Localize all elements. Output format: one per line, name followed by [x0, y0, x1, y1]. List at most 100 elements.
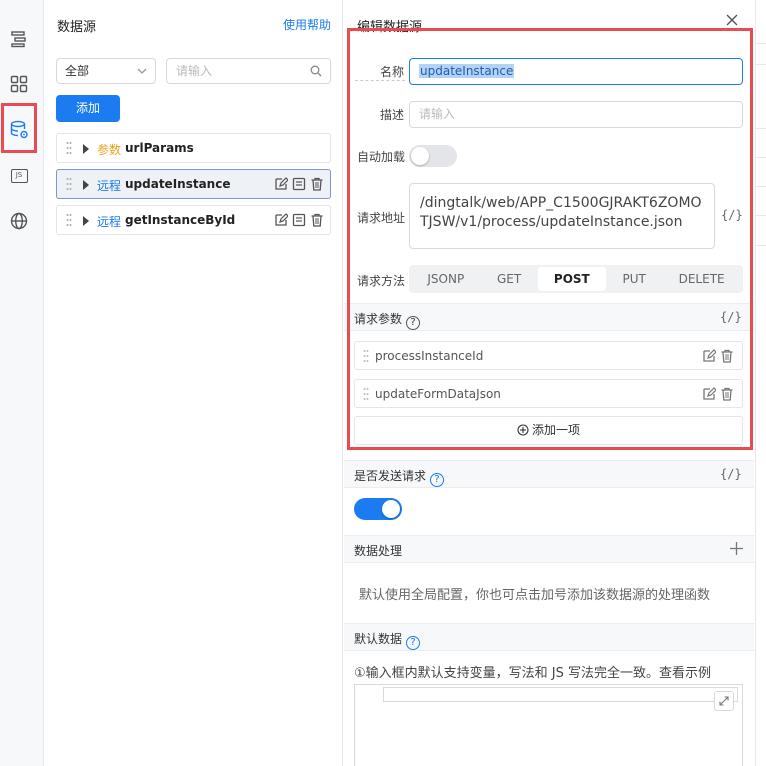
- desc-label: 描述: [380, 108, 405, 122]
- help-link[interactable]: 使用帮助: [283, 16, 331, 33]
- help-icon[interactable]: ?: [406, 316, 421, 330]
- add-datasource-button[interactable]: 添加: [56, 95, 120, 122]
- autoload-label: 自动加载: [357, 150, 406, 164]
- default-data-editor[interactable]: [354, 684, 743, 766]
- search-placeholder: 请输入: [176, 64, 213, 78]
- url-field[interactable]: /dingtalk/web/APP_C1500GJRAKT6ZOMOTJSW/v…: [409, 183, 715, 249]
- name-field[interactable]: updateInstance: [409, 58, 743, 85]
- help-icon[interactable]: ?: [430, 473, 445, 487]
- processing-hint: 默认使用全局配置，你也可点击加号添加该数据源的处理函数: [359, 588, 711, 603]
- autoload-toggle[interactable]: [409, 145, 457, 167]
- variable-binding-icon[interactable]: {/}: [720, 467, 742, 481]
- send-section-header: 是否发送请求? {/}: [344, 460, 754, 488]
- add-param-button[interactable]: 添加一项: [354, 416, 743, 445]
- copy-icon[interactable]: [292, 177, 306, 191]
- components-grid-icon[interactable]: [7, 72, 31, 96]
- divider: [756, 64, 766, 65]
- editor-title: 编辑数据源: [357, 20, 423, 35]
- plus-circle-icon: [517, 424, 529, 436]
- delete-icon[interactable]: [720, 349, 734, 363]
- edit-icon[interactable]: [274, 213, 288, 227]
- expand-caret-icon[interactable]: [82, 180, 90, 190]
- search-input[interactable]: 请输入: [166, 58, 331, 84]
- drag-handle-icon[interactable]: [363, 349, 369, 363]
- copy-icon[interactable]: [292, 213, 306, 227]
- method-get[interactable]: GET: [481, 267, 538, 291]
- datasource-panel: 数据源 使用帮助 全部 请输入 添加 参数 urlParams 远程 updat…: [44, 0, 343, 766]
- param-name: processInstanceId: [375, 349, 484, 363]
- divider: [756, 43, 766, 44]
- divider: [756, 215, 766, 216]
- datasource-item[interactable]: 参数 urlParams: [56, 133, 331, 163]
- processing-section-header: 数据处理: [344, 535, 754, 563]
- variable-binding-icon[interactable]: {/}: [720, 310, 742, 324]
- method-segmented: JSONP GET POST PUT DELETE: [409, 265, 743, 293]
- item-name: getInstanceById: [125, 213, 236, 227]
- close-icon[interactable]: [726, 14, 738, 26]
- delete-icon[interactable]: [310, 213, 324, 227]
- drag-handle-icon[interactable]: [363, 387, 369, 401]
- toggle-knob: [382, 500, 400, 518]
- method-put[interactable]: PUT: [606, 267, 662, 291]
- drag-handle-icon[interactable]: [66, 177, 72, 191]
- default-data-section-header: 默认数据?: [344, 623, 754, 651]
- param-row[interactable]: updateFormDataJson: [354, 379, 743, 408]
- datasource-item[interactable]: 远程 getInstanceById: [56, 205, 331, 235]
- name-label: 名称: [380, 65, 405, 79]
- method-delete[interactable]: DELETE: [662, 267, 741, 291]
- divider: [756, 157, 766, 158]
- help-icon[interactable]: ?: [406, 636, 421, 650]
- item-tag: 参数: [97, 143, 122, 157]
- method-post[interactable]: POST: [537, 267, 607, 291]
- expand-icon[interactable]: [714, 691, 734, 711]
- divider: [756, 245, 766, 246]
- send-section-label: 是否发送请求: [354, 469, 427, 483]
- expand-caret-icon[interactable]: [82, 144, 90, 154]
- icon-rail: JS: [0, 0, 44, 766]
- globe-icon[interactable]: [7, 209, 31, 233]
- item-tag: 远程: [97, 215, 122, 229]
- edit-icon[interactable]: [702, 349, 716, 363]
- filter-select-value: 全部: [65, 64, 90, 78]
- divider: [756, 128, 766, 129]
- drag-handle-icon[interactable]: [66, 141, 72, 155]
- param-actions: [702, 387, 734, 401]
- item-name: updateInstance: [125, 177, 231, 191]
- divider: [756, 186, 766, 187]
- delete-icon[interactable]: [310, 177, 324, 191]
- outline-tree-icon[interactable]: [7, 27, 31, 51]
- item-tag: 远程: [97, 179, 122, 193]
- edit-icon[interactable]: [702, 387, 716, 401]
- delete-icon[interactable]: [720, 387, 734, 401]
- edit-icon[interactable]: [274, 177, 288, 191]
- params-section-title: 请求参数?: [354, 310, 421, 330]
- desc-field[interactable]: 请输入: [409, 101, 743, 128]
- param-actions: [702, 349, 734, 363]
- processing-section-title: 数据处理: [354, 544, 403, 558]
- desc-placeholder: 请输入: [419, 107, 456, 121]
- code-line: [383, 687, 738, 702]
- method-jsonp[interactable]: JSONP: [411, 267, 481, 291]
- datasource-item[interactable]: 远程 updateInstance: [56, 169, 331, 199]
- item-actions: [274, 177, 324, 191]
- active-rail-highlight: [1, 103, 37, 153]
- filter-select[interactable]: 全部: [56, 58, 156, 84]
- variable-binding-icon[interactable]: {/}: [721, 208, 743, 222]
- label-divider: [355, 80, 405, 81]
- panel-title: 数据源: [57, 20, 97, 35]
- chevron-down-icon: [137, 67, 147, 75]
- send-toggle[interactable]: [354, 498, 402, 520]
- toggle-knob: [411, 147, 429, 165]
- search-icon[interactable]: [310, 65, 322, 77]
- item-actions: [274, 213, 324, 227]
- url-label: 请求地址: [357, 211, 406, 225]
- param-row[interactable]: processInstanceId: [354, 341, 743, 370]
- drag-handle-icon[interactable]: [66, 213, 72, 227]
- right-panel-edge: [755, 0, 766, 766]
- js-icon[interactable]: JS: [7, 164, 31, 188]
- send-section-title: 是否发送请求?: [354, 467, 445, 487]
- default-data-section-label: 默认数据: [354, 632, 403, 646]
- expand-caret-icon[interactable]: [82, 216, 90, 226]
- name-field-value: updateInstance: [419, 64, 515, 78]
- add-icon[interactable]: [730, 542, 743, 555]
